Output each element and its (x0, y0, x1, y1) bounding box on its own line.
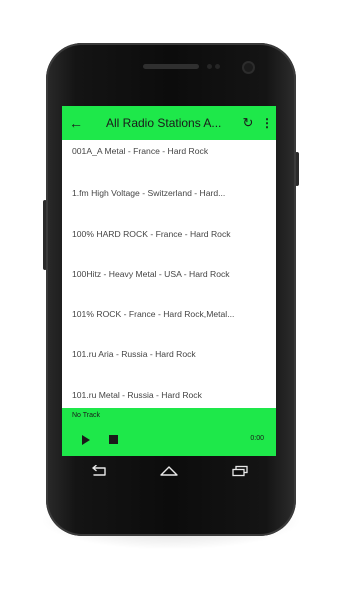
station-item[interactable]: 101.ru Aria - Russia - Hard Rock (62, 341, 276, 381)
station-item[interactable]: 100Hitz - Heavy Metal - USA - Hard Rock (62, 261, 276, 301)
station-list: 001A_A Metal - France - Hard Rock 1.fm H… (62, 140, 276, 422)
track-title: No Track (72, 412, 101, 419)
app-toolbar: ← All Radio Stations A... ↻ ⋮ (62, 106, 276, 140)
station-item[interactable]: 1.fm High Voltage - Switzerland - Hard..… (62, 180, 276, 220)
arrow-left-icon[interactable]: ← (62, 106, 90, 140)
device-mockup: ← All Radio Stations A... ↻ ⋮ 001A_A Met… (0, 0, 340, 592)
station-item[interactable]: 100% HARD ROCK - France - Hard Rock (62, 221, 276, 261)
back-nav-icon[interactable] (87, 464, 109, 478)
track-time: 0:00 (250, 435, 264, 442)
player-bar: No Track 0:00 (62, 408, 276, 456)
more-vert-icon[interactable]: ⋮ (258, 116, 276, 130)
play-icon[interactable] (82, 435, 90, 445)
earpiece-speaker (143, 64, 199, 69)
station-label: 1.fm High Voltage - Switzerland - Hard..… (72, 188, 226, 199)
station-label: 100Hitz - Heavy Metal - USA - Hard Rock (72, 268, 230, 279)
front-camera (244, 63, 253, 72)
recents-nav-icon[interactable] (229, 464, 251, 478)
station-label: 101.ru Aria - Russia - Hard Rock (72, 349, 196, 360)
station-label: 101% ROCK - France - Hard Rock,Metal... (72, 309, 235, 320)
refresh-icon[interactable]: ↻ (238, 115, 258, 131)
station-label: 101.ru Metal - Russia - Hard Rock (72, 389, 202, 400)
toolbar-title: All Radio Stations A... (106, 116, 222, 130)
station-item[interactable]: 101% ROCK - France - Hard Rock,Metal... (62, 301, 276, 341)
station-label: 100% HARD ROCK - France - Hard Rock (72, 228, 231, 239)
system-navbar (62, 456, 276, 486)
stop-icon[interactable] (109, 435, 118, 444)
station-item[interactable]: 001A_A Metal - France - Hard Rock (62, 140, 276, 180)
sensor-dots (207, 64, 225, 69)
station-label: 001A_A Metal - France - Hard Rock (72, 146, 209, 156)
app-screen: ← All Radio Stations A... ↻ ⋮ 001A_A Met… (62, 106, 276, 456)
home-nav-icon[interactable] (158, 464, 180, 478)
